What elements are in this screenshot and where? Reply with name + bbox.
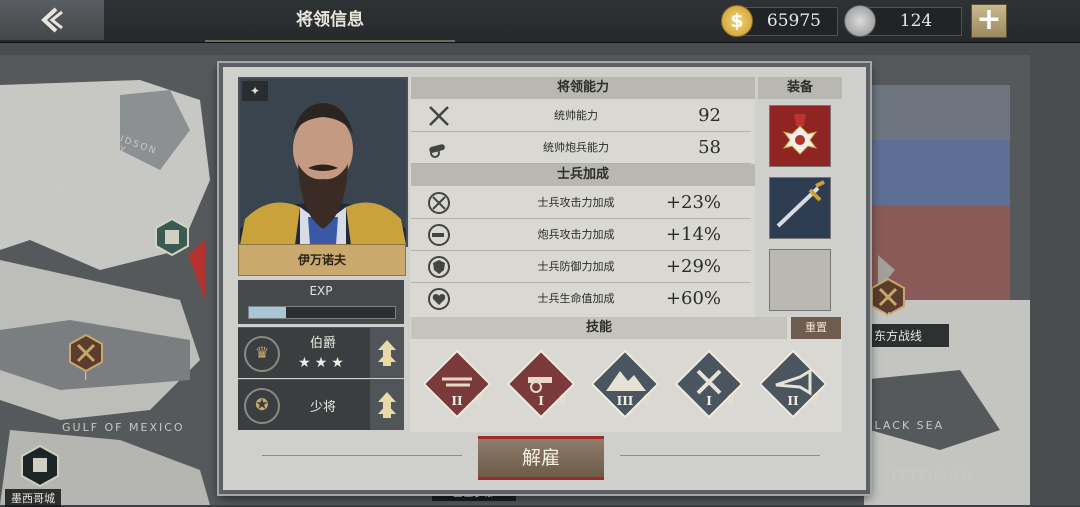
military-upgrade-button[interactable]	[370, 380, 404, 430]
gold-amount: 65975	[766, 11, 821, 31]
bonus-row-health: 士兵生命值加成 +60%	[411, 283, 751, 314]
upgrade-arrow-icon: ⇧	[725, 392, 737, 408]
crossed-swords-icon	[429, 106, 449, 126]
skill-slot-3[interactable]: III ⇧	[590, 349, 660, 419]
map-label-ottoman: OTTOMAN	[884, 467, 975, 485]
soldier-bonus-header: 士兵加成	[411, 164, 755, 186]
upgrade-arrow-icon: ⇧	[809, 392, 821, 408]
bonus-label: 士兵防御力加成	[537, 260, 615, 273]
attack-up-icon	[428, 192, 450, 214]
ability-header: 将领能力	[411, 77, 755, 99]
bonus-value: +14%	[665, 224, 721, 245]
health-up-icon	[428, 288, 450, 310]
stat-label: 统帅炮兵能力	[543, 141, 609, 154]
general-name: 伊万诺夫	[238, 244, 406, 276]
map-unit-marker[interactable]	[20, 444, 60, 488]
bonus-row-artillery: 炮兵攻击力加成 +14%	[411, 219, 751, 251]
exp-label: EXP	[309, 284, 333, 298]
bonus-label: 士兵生命值加成	[537, 292, 615, 305]
map-roman-right: III	[882, 310, 898, 323]
upgrade-arrow-icon: ⇧	[641, 392, 653, 408]
noble-rank-label: 伯爵	[309, 336, 336, 351]
stat-row-artillery: 统帅炮兵能力 58	[411, 132, 751, 164]
military-rank-label: 少将	[309, 400, 336, 415]
skill-slot-4[interactable]: I ⇧	[674, 349, 744, 419]
exp-bar	[248, 306, 396, 319]
front-label[interactable]: 东方战线	[864, 324, 949, 347]
equipment-header: 装备	[758, 77, 842, 99]
stat-value: 58	[698, 137, 721, 158]
silver-medal-icon	[844, 5, 876, 37]
add-currency-button[interactable]: +	[971, 4, 1007, 38]
noble-upgrade-button[interactable]	[370, 328, 404, 378]
bonus-row-attack: 士兵攻击力加成 +23%	[411, 187, 751, 219]
sword-icon	[776, 180, 825, 228]
medal-icon	[782, 114, 818, 155]
map-unit-marker[interactable]	[154, 217, 190, 257]
bonus-value: +60%	[665, 288, 721, 309]
skill-slot-5[interactable]: II ⇧	[758, 349, 828, 419]
stat-label: 统帅能力	[554, 109, 598, 122]
skills-header: 技能	[411, 317, 787, 339]
laurel-helmet-icon: ♛	[244, 336, 280, 372]
gold-counter: 65975	[740, 7, 838, 36]
map-label-gulf: GULF OF MEXICO	[62, 421, 185, 434]
rank-row-military: ✪ 少将	[238, 379, 404, 430]
bonus-value: +29%	[665, 256, 721, 277]
dismiss-button[interactable]: 解雇	[478, 436, 604, 480]
skill-slot-1[interactable]: II ⇧	[422, 349, 492, 419]
map-unit-marker[interactable]	[68, 333, 104, 373]
city-label-mexico[interactable]: 墨西哥城	[5, 489, 61, 507]
reset-skills-button[interactable]: 重置	[791, 317, 841, 339]
stat-value: 92	[698, 105, 721, 126]
artillery-class-icon: ✦	[242, 81, 268, 101]
upgrade-arrow-icon: ⇧	[473, 392, 485, 408]
map-roman-left: I	[84, 370, 90, 383]
skill-slot-2[interactable]: I ⇧	[506, 349, 576, 419]
laurel-star-icon: ✪	[244, 388, 280, 424]
gold-coin-icon: $	[721, 5, 753, 37]
defense-up-icon	[428, 256, 450, 278]
divider-right	[620, 455, 820, 456]
bonus-value: +23%	[665, 192, 721, 213]
upgrade-arrow-icon: ⇧	[557, 392, 569, 408]
rank-row-noble: ♛ 伯爵 ★★★	[238, 327, 404, 378]
back-arrow-icon	[41, 7, 63, 33]
equipment-slot-empty[interactable]	[769, 249, 831, 311]
bonus-row-defense: 士兵防御力加成 +29%	[411, 251, 751, 283]
rank-stars: ★★★	[298, 355, 348, 371]
general-portrait: ✦	[238, 77, 408, 247]
equipment-slot-medal[interactable]	[769, 105, 831, 167]
divider-left	[262, 455, 462, 456]
back-button[interactable]	[0, 0, 104, 40]
stat-row-command: 统帅能力 92	[411, 100, 751, 132]
artillery-up-icon	[428, 224, 450, 246]
upgrade-arrow-icon	[378, 340, 396, 366]
equipment-slot-sword[interactable]	[769, 177, 831, 239]
page-title: 将领信息	[205, 0, 455, 42]
bonus-label: 炮兵攻击力加成	[537, 228, 615, 241]
exp-box: EXP	[238, 280, 404, 324]
silver-amount: 124	[899, 11, 933, 31]
exp-bar-fill	[249, 307, 286, 318]
map-label-black-sea: BLACK SEA	[865, 419, 945, 432]
cannon-icon	[429, 144, 445, 158]
bonus-label: 士兵攻击力加成	[537, 196, 615, 209]
upgrade-arrow-icon	[378, 392, 396, 418]
